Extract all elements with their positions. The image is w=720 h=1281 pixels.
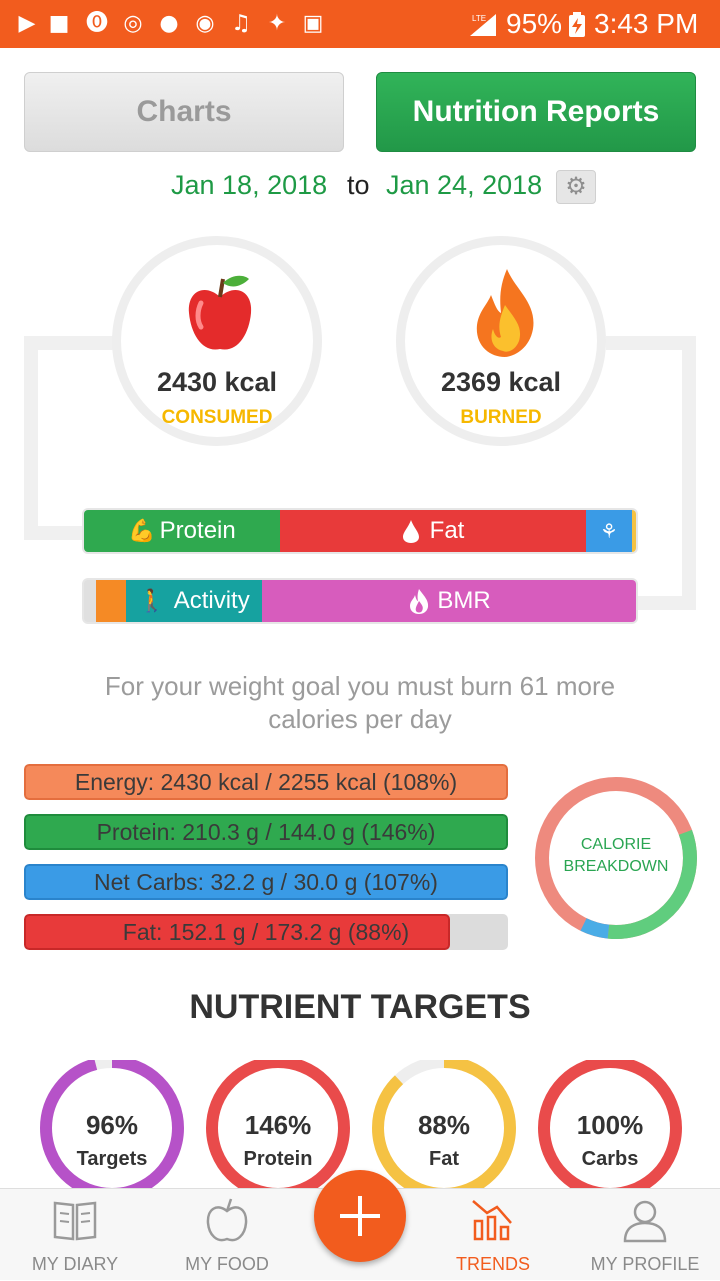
protein-target-bar[interactable]: Protein: 210.3 g / 144.0 g (146%): [24, 814, 508, 850]
targets-ring-value: 96%: [85, 1110, 139, 1140]
fat-segment-label: Fat: [429, 517, 465, 544]
carbs-segment: ⚘: [586, 510, 632, 552]
nav-my-food-label: MY FOOD: [185, 1254, 269, 1274]
twitter-icon: ✦: [267, 11, 287, 36]
nav-my-diary-label: MY DIARY: [31, 1254, 119, 1274]
bracket-line: [24, 336, 38, 540]
carbs-ring-value: 100%: [576, 1110, 644, 1140]
apple-outline-icon: [206, 1198, 248, 1242]
pinterest-icon: ⓿: [85, 11, 108, 36]
clock-icon: ◉: [195, 11, 215, 36]
facebook-icon: ▣: [302, 11, 324, 36]
muscle-icon: 💪: [128, 518, 156, 543]
consumed-summary: 2430 kcal CONSUMED: [112, 236, 322, 446]
calorie-breakdown-line2: BREAKDOWN: [563, 858, 669, 875]
consumed-kcal: 2430 kcal: [156, 367, 278, 397]
empty-segment: [84, 580, 96, 622]
activity-segment: 🚶 Activity: [126, 580, 262, 622]
fat-target-bar[interactable]: Fat: 152.1 g / 173.2 g (88%): [24, 914, 508, 950]
date-range: Jan 18, 2018 to Jan 24, 2018 ⚙: [0, 166, 720, 206]
energy-burn-bar: 🚶 Activity BMR: [82, 578, 638, 624]
other-segment: [632, 510, 636, 552]
nav-my-profile-label: MY PROFILE: [590, 1254, 700, 1274]
bracket-line: [634, 596, 696, 610]
bmr-segment-label: BMR: [437, 587, 491, 614]
nutrition-reports-tab-button[interactable]: Nutrition Reports: [376, 72, 696, 152]
chat-icon: ●: [159, 11, 179, 36]
droplet-icon: [402, 520, 419, 543]
burned-summary: 2369 kcal BURNED: [396, 236, 606, 446]
instagram-icon: ◎: [123, 11, 143, 36]
protein-target-text: Protein: 210.3 g / 144.0 g (146%): [96, 819, 436, 845]
user-icon: [623, 1200, 667, 1243]
fire-icon: [476, 269, 534, 357]
plus-icon: [340, 1196, 380, 1236]
gear-icon[interactable]: ⚙: [556, 170, 596, 204]
music-icon: ♫: [231, 11, 251, 36]
fat-ring-label: Fat: [429, 1148, 459, 1170]
battery-charging-icon: [569, 12, 585, 37]
nav-my-profile[interactable]: MY PROFILE: [570, 1189, 720, 1281]
battery-percentage: 95%: [506, 8, 563, 39]
protein-ring-label: Protein: [243, 1148, 313, 1170]
fat-ring-value: 88%: [417, 1110, 471, 1140]
nutrient-targets-title: NUTRIENT TARGETS: [189, 988, 531, 1026]
burned-label: BURNED: [460, 407, 542, 428]
bmr-segment: BMR: [262, 580, 636, 622]
energy-target-text: Energy: 2430 kcal / 2255 kcal (108%): [74, 769, 458, 795]
net-carbs-target-bar[interactable]: Net Carbs: 32.2 g / 30.0 g (107%): [24, 864, 508, 900]
macro-breakdown-bar: 💪 Protein Fat ⚘: [82, 508, 638, 554]
flame-icon: [410, 589, 429, 614]
book-icon: [53, 1201, 97, 1241]
consumed-label: CONSUMED: [161, 407, 273, 428]
bracket-line: [682, 336, 696, 610]
stop-icon: ■: [48, 11, 70, 36]
clock-time: 3:43 PM: [594, 8, 699, 39]
calorie-breakdown-line1: CALORIE: [580, 836, 652, 853]
protein-segment: 💪 Protein: [84, 510, 280, 552]
signal-icon: LTE: [470, 14, 496, 36]
add-entry-button[interactable]: [314, 1170, 406, 1262]
trends-chart-icon: [472, 1200, 512, 1241]
start-date[interactable]: Jan 18, 2018: [171, 170, 327, 201]
weight-goal-message: For your weight goal you must burn 61 mo…: [104, 671, 616, 734]
fat-target-text: Fat: 152.1 g / 173.2 g (88%): [122, 919, 410, 945]
net-carbs-target-text: Net Carbs: 32.2 g / 30.0 g (107%): [94, 869, 438, 895]
nav-my-diary[interactable]: MY DIARY: [0, 1189, 150, 1281]
wheat-icon: ⚘: [600, 520, 618, 543]
bracket-line: [24, 526, 86, 540]
protein-ring-value: 146%: [244, 1110, 312, 1140]
status-bar: ▶ ■ ⓿ ◎ ● ◉ ♫ ✦ ▣ LTE 95% 3:43 PM: [0, 0, 720, 48]
charts-tab-button[interactable]: Charts: [24, 72, 344, 152]
targets-ring-label: Targets: [76, 1148, 148, 1170]
apple-icon: [188, 275, 252, 350]
burned-kcal: 2369 kcal: [440, 367, 562, 397]
energy-target-bar[interactable]: Energy: 2430 kcal / 2255 kcal (108%): [24, 764, 508, 800]
activity-segment-label: Activity: [173, 587, 250, 614]
person-icon: 🚶: [138, 588, 166, 613]
date-range-separator: to: [347, 170, 370, 200]
nav-trends[interactable]: TRENDS: [418, 1189, 568, 1281]
fat-segment: Fat: [280, 510, 586, 552]
carbs-ring-label: Carbs: [581, 1148, 639, 1170]
food-thermic-segment: [96, 580, 126, 622]
network-type-label: LTE: [472, 14, 486, 23]
calorie-breakdown-label: CALORIE BREAKDOWN: [546, 834, 686, 878]
protein-segment-label: Protein: [159, 517, 236, 544]
play-icon: ▶: [18, 11, 36, 36]
end-date[interactable]: Jan 24, 2018: [386, 170, 542, 201]
nav-trends-label: TRENDS: [455, 1254, 530, 1274]
nav-my-food[interactable]: MY FOOD: [152, 1189, 302, 1281]
